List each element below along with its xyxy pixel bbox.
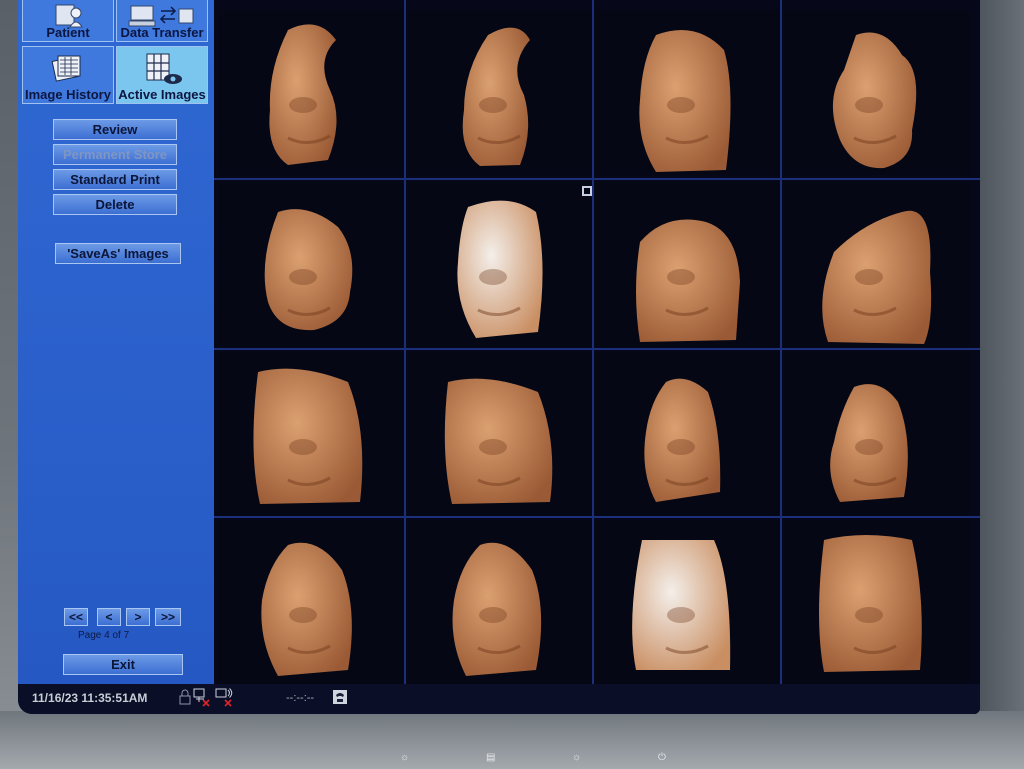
- monitor-bezel-right: [976, 0, 1024, 769]
- shading-detail: [855, 607, 883, 623]
- fetal-3d-render: [269, 24, 337, 165]
- review-button[interactable]: Review: [53, 119, 177, 140]
- save-as-images-button[interactable]: 'SaveAs' Images: [55, 243, 181, 264]
- shading-detail: [289, 97, 317, 113]
- image-thumbnail[interactable]: [218, 10, 404, 175]
- status-bar: 11/16/23 11:35:51AM --:--:--: [18, 684, 980, 714]
- fetal-3d-render: [830, 384, 908, 502]
- tissue-surface: [632, 540, 731, 670]
- image-thumbnail[interactable]: [408, 352, 594, 517]
- shading-detail: [855, 269, 883, 285]
- left-panel: Patient Data Transfer Image History Acti…: [18, 0, 214, 684]
- shading-detail: [289, 269, 317, 285]
- page-indicator: Page 4 of 7: [78, 630, 130, 641]
- delete-button[interactable]: Delete: [53, 194, 177, 215]
- tissue-surface: [462, 27, 530, 166]
- shading-detail: [855, 97, 883, 113]
- selection-marker-icon: [582, 186, 592, 196]
- shading-detail: [667, 269, 695, 285]
- tile-patient[interactable]: Patient: [22, 0, 114, 42]
- lock-icon: [179, 689, 191, 705]
- fetal-3d-render: [832, 32, 917, 169]
- menu-icon: ▤: [486, 752, 496, 763]
- fetal-3d-render: [639, 30, 731, 172]
- image-thumbnail[interactable]: [784, 10, 970, 175]
- grid-divider: [780, 0, 782, 684]
- tile-label: Patient: [46, 25, 90, 40]
- shading-detail: [667, 97, 695, 113]
- tissue-surface: [264, 209, 353, 331]
- image-thumbnail[interactable]: [596, 10, 782, 175]
- image-thumbnail[interactable]: [784, 520, 970, 685]
- shading-detail: [855, 439, 883, 455]
- shading-detail: [479, 439, 507, 455]
- grid-divider: [214, 516, 980, 518]
- shading-detail: [667, 439, 695, 455]
- standard-print-button[interactable]: Standard Print: [53, 169, 177, 190]
- bezel-controls: ☼ ▤ ☼ ⏻: [390, 753, 690, 765]
- grid-divider: [592, 0, 594, 684]
- fetal-3d-render: [444, 378, 553, 504]
- tile-label: Data Transfer: [120, 25, 204, 40]
- tile-label: Image History: [25, 87, 111, 102]
- phone-icon: [333, 690, 347, 704]
- active-images-icon: [146, 53, 182, 84]
- fetal-3d-render: [264, 209, 353, 331]
- pager-last-button[interactable]: >>: [155, 608, 181, 626]
- fetal-3d-render: [452, 542, 542, 676]
- image-thumbnail[interactable]: [784, 182, 970, 347]
- tissue-surface: [269, 24, 337, 165]
- permanent-store-button[interactable]: Permanent Store: [53, 144, 177, 165]
- timer-readout: --:--:--: [286, 692, 315, 704]
- image-grid: [214, 0, 980, 685]
- image-thumbnail[interactable]: [408, 182, 594, 347]
- grid-divider: [404, 0, 406, 684]
- image-history-icon: [51, 55, 81, 82]
- shading-detail: [289, 439, 317, 455]
- network-disconnected-icon: [193, 688, 210, 707]
- image-thumbnail[interactable]: [218, 520, 404, 685]
- grid-divider: [214, 178, 980, 180]
- image-thumbnail[interactable]: [596, 352, 782, 517]
- image-thumbnail[interactable]: [596, 182, 782, 347]
- pager-next-button[interactable]: >: [126, 608, 150, 626]
- fetal-3d-render: [822, 210, 932, 344]
- tissue-surface: [457, 200, 543, 338]
- ultrasound-screen: Patient Data Transfer Image History Acti…: [18, 0, 980, 714]
- tile-active-images[interactable]: Active Images: [116, 46, 208, 104]
- image-thumbnail[interactable]: [784, 352, 970, 517]
- image-thumbnail[interactable]: [596, 520, 782, 685]
- tile-label: Active Images: [118, 87, 206, 102]
- fetal-3d-render: [632, 540, 731, 670]
- grid-divider: [214, 348, 980, 350]
- power-icon: ⏻: [658, 752, 666, 763]
- contrast-icon: ☼: [572, 752, 582, 763]
- image-thumbnail[interactable]: [218, 352, 404, 517]
- shading-detail: [479, 607, 507, 623]
- wireless-disconnected-icon: [215, 688, 233, 707]
- monitor-bezel-bottom: ☼ ▤ ☼ ⏻: [0, 711, 1024, 769]
- fetal-3d-render: [819, 535, 922, 672]
- fetal-3d-render: [457, 200, 543, 338]
- fetal-3d-render: [636, 219, 740, 342]
- tile-image-history[interactable]: Image History: [22, 46, 114, 104]
- exit-button[interactable]: Exit: [63, 654, 183, 675]
- fetal-3d-render: [462, 27, 530, 166]
- fetal-3d-render: [253, 368, 363, 504]
- image-thumbnail[interactable]: [218, 182, 404, 347]
- shading-detail: [479, 269, 507, 285]
- brightness-icon: ☼: [400, 752, 410, 763]
- image-thumbnail[interactable]: [408, 10, 594, 175]
- image-thumbnail[interactable]: [408, 520, 594, 685]
- pager-prev-button[interactable]: <: [97, 608, 121, 626]
- fetal-3d-render: [261, 542, 352, 676]
- shading-detail: [667, 607, 695, 623]
- tile-data-transfer[interactable]: Data Transfer: [116, 0, 208, 42]
- shading-detail: [479, 97, 507, 113]
- pager-first-button[interactable]: <<: [64, 608, 88, 626]
- shading-detail: [289, 607, 317, 623]
- fetal-3d-render: [644, 378, 721, 502]
- date-time: 11/16/23 11:35:51AM: [32, 691, 148, 705]
